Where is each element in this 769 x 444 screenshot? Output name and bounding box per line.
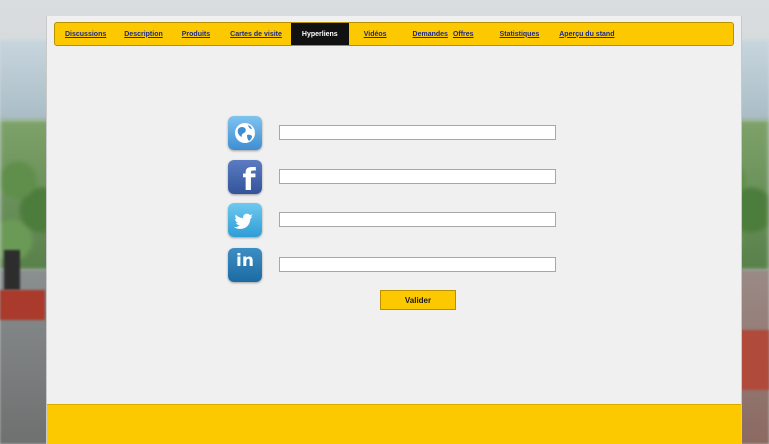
globe-icon [228,116,262,150]
tab-statistiques[interactable]: Statistiques [500,23,540,45]
facebook-icon: f [228,160,262,194]
tab-bar: Discussions Description Produits Cartes … [54,22,734,46]
footer-bar [47,404,741,444]
website-url-input[interactable] [279,125,556,140]
tab-description[interactable]: Description [124,23,163,45]
facebook-glyph: f [242,162,256,195]
tab-produits[interactable]: Produits [182,23,210,45]
twitter-bird-icon [228,203,262,237]
linkedin-link-row: in [228,248,558,282]
tab-apercu-du-stand[interactable]: Aperçu du stand [559,23,614,45]
facebook-url-input[interactable] [279,169,556,184]
tab-hyperliens[interactable]: Hyperliens [290,23,349,45]
linkedin-glyph: in [236,251,254,271]
linkedin-url-input[interactable] [279,257,556,272]
tab-videos[interactable]: Vidéos [364,23,387,45]
tab-discussions[interactable]: Discussions [65,23,106,45]
website-link-row [228,116,558,150]
tab-offres[interactable]: Offres [453,23,474,45]
stand-admin-panel: Discussions Description Produits Cartes … [46,16,742,444]
tab-demandes[interactable]: Demandes [413,23,448,45]
tab-cartes-de-visite[interactable]: Cartes de visite [230,23,282,45]
twitter-url-input[interactable] [279,212,556,227]
facebook-link-row: f [228,160,558,194]
twitter-link-row [228,203,558,237]
validate-button[interactable]: Valider [380,290,456,310]
linkedin-icon: in [228,248,262,282]
